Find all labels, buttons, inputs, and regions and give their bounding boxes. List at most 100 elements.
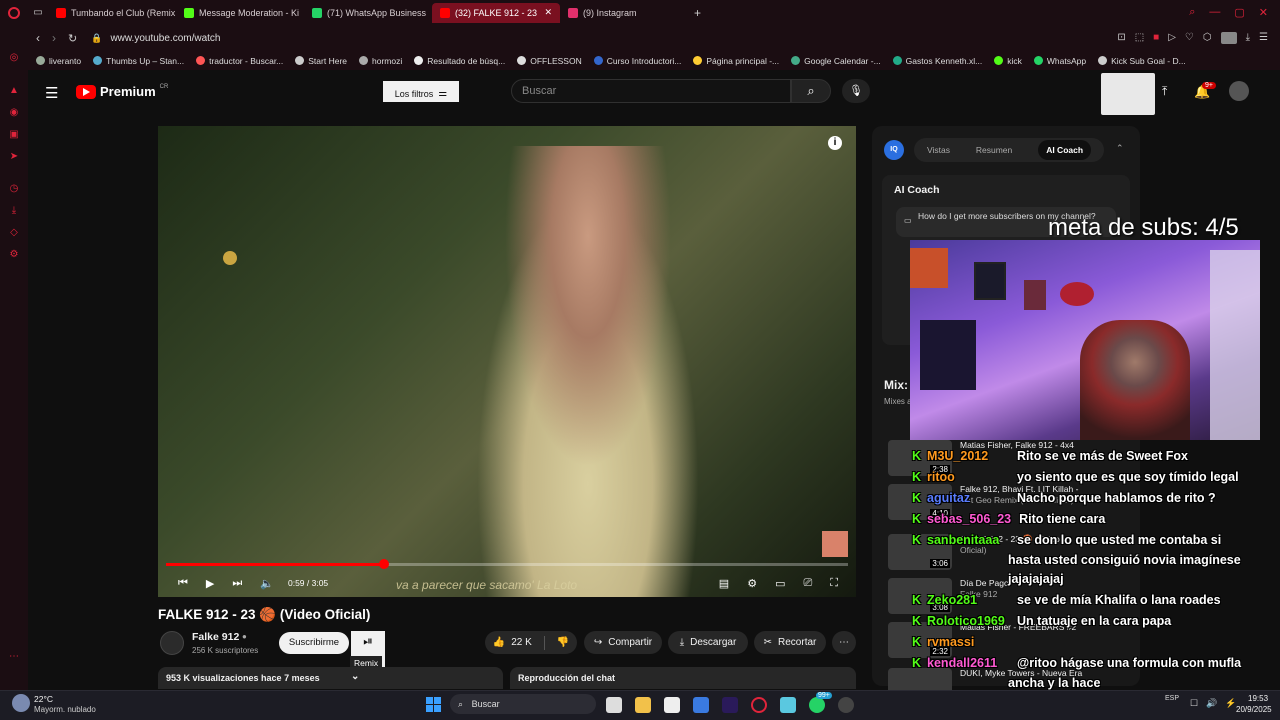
video-player[interactable]: i va a parecer que sacamo' La Loto ⏮ ▶ ⏭…: [158, 126, 856, 597]
bookmark-icon[interactable]: ⊡: [1117, 32, 1125, 44]
maximize-button[interactable]: ▢: [1234, 6, 1244, 19]
like-icon[interactable]: 👍: [493, 637, 505, 648]
reload-icon[interactable]: ↻: [68, 32, 77, 45]
search-button[interactable]: ⌕: [791, 79, 831, 103]
upload-icon[interactable]: ⤒: [1162, 84, 1167, 99]
previous-icon[interactable]: ⏮: [178, 577, 188, 590]
download-button[interactable]: ⤓ Descargar: [668, 631, 748, 654]
start-button[interactable]: [426, 697, 441, 712]
heart-icon[interactable]: ♡: [1185, 32, 1194, 44]
aria-ai-icon[interactable]: ▲: [8, 85, 20, 97]
opera-taskbar-icon[interactable]: [751, 697, 767, 713]
browser-tab[interactable]: (9) Instagram: [560, 3, 688, 23]
youtube-logo[interactable]: Premium CR: [76, 84, 168, 99]
dislike-icon[interactable]: 👎: [557, 637, 569, 648]
forward-icon[interactable]: ›: [52, 31, 56, 45]
notepad-icon[interactable]: [780, 697, 796, 713]
progress-knob[interactable]: [379, 559, 390, 569]
clip-button[interactable]: ✂ Recortar: [754, 631, 826, 654]
account-avatar[interactable]: [1229, 81, 1249, 101]
aria-icon[interactable]: ◎: [8, 52, 20, 64]
close-tab-icon[interactable]: ✕: [544, 7, 552, 18]
settings-icon[interactable]: ⚙: [8, 249, 20, 261]
play-icon[interactable]: ▷: [1168, 32, 1176, 44]
info-icon[interactable]: i: [828, 136, 842, 150]
more-sidebar-icon[interactable]: ⋯: [8, 651, 20, 663]
captions-icon[interactable]: ▤: [719, 577, 729, 590]
expand-chevron-icon[interactable]: ⌄: [351, 671, 359, 682]
bookmark-item[interactable]: Curso Introductori...: [593, 56, 681, 66]
twitch-icon[interactable]: ▣: [8, 129, 20, 141]
bookmark-item[interactable]: Start Here: [295, 56, 347, 66]
channel-name[interactable]: Falke 912: [192, 631, 239, 643]
extensions-icon[interactable]: ⬡: [1203, 32, 1212, 44]
bookmark-item[interactable]: Gastos Kenneth.xl...: [892, 56, 982, 66]
taskbar-search[interactable]: ⌕ Buscar: [450, 694, 596, 714]
bookmark-item[interactable]: kick: [994, 56, 1022, 66]
new-tab-button[interactable]: +: [694, 6, 701, 20]
minimize-button[interactable]: —: [1209, 6, 1220, 19]
bookmark-item[interactable]: WhatsApp: [1033, 56, 1086, 66]
browser-tab[interactable]: Message Moderation - Ki: [176, 3, 304, 23]
language-indicator[interactable]: ESP: [1165, 695, 1179, 702]
url-field[interactable]: www.youtube.com/watch: [110, 33, 220, 44]
subscribe-button[interactable]: Suscribirme: [279, 632, 349, 654]
telegram-icon[interactable]: ➤: [8, 151, 20, 163]
bookmark-item[interactable]: Thumbs Up – Stan...: [93, 56, 184, 66]
browser-tab[interactable]: Tumbando el Club (Remix: [48, 3, 176, 23]
premiere-icon[interactable]: [722, 697, 738, 713]
coach-tab[interactable]: Resumen: [976, 145, 1012, 155]
play-icon[interactable]: ▶: [206, 577, 214, 590]
pinboard-icon[interactable]: ◇: [8, 227, 20, 239]
next-icon[interactable]: ⏭: [232, 577, 242, 590]
browser-tab[interactable]: (71) WhatsApp Business: [304, 3, 432, 23]
back-icon[interactable]: ‹: [36, 31, 40, 45]
download-icon[interactable]: ⤓: [1246, 32, 1250, 44]
obs-icon[interactable]: [838, 697, 854, 713]
menu-icon[interactable]: ☰: [1259, 32, 1268, 44]
bookmark-item[interactable]: Kick Sub Goal - D...: [1098, 56, 1186, 66]
bookmark-item[interactable]: OFFLESSON: [517, 56, 582, 66]
instagram-icon[interactable]: ◉: [8, 107, 20, 119]
bookmark-item[interactable]: Resultado de búsq...: [414, 56, 505, 66]
close-window-button[interactable]: ✕: [1259, 6, 1268, 19]
collapse-icon[interactable]: ⌃: [1116, 143, 1124, 154]
opera-logo-icon[interactable]: [0, 6, 28, 19]
coach-tab[interactable]: AI Coach: [1038, 140, 1092, 160]
browser-tab[interactable]: (32) FALKE 912 - 23 ✕: [432, 2, 560, 23]
theater-mode-icon[interactable]: ▭: [775, 577, 785, 590]
snapshot-icon[interactable]: ⬚: [1135, 32, 1144, 44]
downloads-icon[interactable]: ⤓: [8, 205, 20, 217]
history-icon[interactable]: ◷: [8, 183, 20, 195]
bookmark-item[interactable]: Google Calendar -...: [791, 56, 881, 66]
share-button[interactable]: ↪ Compartir: [584, 631, 662, 654]
bookmark-item[interactable]: Página principal -...: [693, 56, 779, 66]
weather-icon[interactable]: [12, 694, 30, 712]
vpn-icon[interactable]: ■: [1153, 32, 1159, 44]
progress-bar[interactable]: [166, 559, 848, 569]
todo-icon[interactable]: [693, 697, 709, 713]
search-input[interactable]: Buscar: [511, 79, 791, 103]
bookmark-item[interactable]: hormozi: [359, 56, 402, 66]
hamburger-menu-icon[interactable]: ☰: [45, 84, 58, 102]
volume-icon[interactable]: 🔈: [260, 577, 274, 590]
profile-avatar[interactable]: [1220, 32, 1237, 44]
search-tabs-icon[interactable]: ⌕: [1189, 6, 1195, 19]
channel-watermark[interactable]: [822, 531, 848, 557]
whatsapp-taskbar-icon[interactable]: [809, 697, 825, 713]
more-actions-button[interactable]: ⋯: [832, 631, 856, 654]
tab-switcher-icon[interactable]: ▭: [28, 7, 48, 18]
settings-gear-icon[interactable]: ⚙: [747, 577, 757, 590]
cast-icon[interactable]: ⎚: [803, 577, 812, 590]
fullscreen-icon[interactable]: ⛶: [830, 577, 838, 590]
filters-button[interactable]: Los filtros ⚌: [383, 81, 459, 102]
notion-icon[interactable]: [664, 697, 680, 713]
voice-search-button[interactable]: 🎙: [842, 79, 870, 103]
vidiq-logo[interactable]: IQ: [884, 140, 904, 160]
task-view-icon[interactable]: [606, 697, 622, 713]
bookmark-item[interactable]: traductor - Buscar...: [196, 56, 283, 66]
coach-tab[interactable]: Vistas: [927, 145, 950, 155]
bookmark-item[interactable]: liveranto: [36, 56, 81, 66]
chat-replay-box[interactable]: Reproducción del chat: [510, 667, 856, 689]
file-explorer-icon[interactable]: [635, 697, 651, 713]
